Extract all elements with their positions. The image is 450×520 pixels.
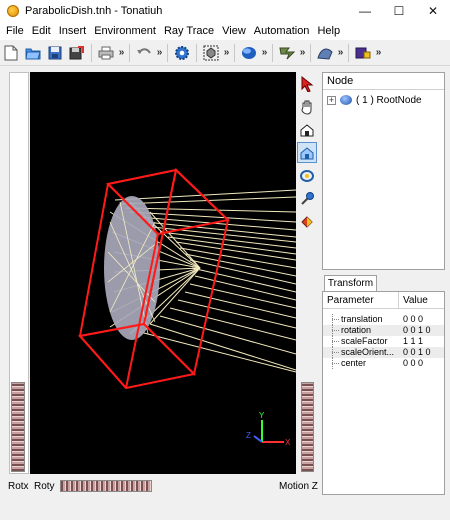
toolbar-overflow-2[interactable]: » — [155, 47, 164, 58]
property-name: scaleFactor — [323, 336, 399, 347]
property-name: center — [323, 358, 399, 369]
sphere-node-icon — [340, 95, 352, 105]
settings-gear-icon[interactable] — [172, 43, 192, 63]
property-value[interactable]: 0 0 0 — [399, 358, 444, 369]
window-controls: — ☐ ✕ — [348, 0, 450, 22]
new-file-icon[interactable] — [1, 43, 21, 63]
property-row[interactable]: rotation 0 0 1 0 — [323, 325, 444, 336]
roty-label: Roty — [34, 481, 55, 492]
open-folder-icon[interactable] — [23, 43, 43, 63]
expand-icon[interactable]: + — [327, 95, 336, 105]
flux-icon[interactable] — [277, 43, 297, 63]
property-value[interactable]: 0 0 1 0 — [399, 325, 444, 336]
property-row[interactable]: center 0 0 0 — [323, 358, 444, 369]
scene-tree-panel: Node + ( 1 ) RootNode — [322, 72, 445, 270]
tab-transform[interactable]: Transform — [324, 275, 377, 291]
toolbar-separator — [234, 43, 235, 62]
parameter-column-header[interactable]: Parameter — [323, 292, 399, 308]
close-button[interactable]: ✕ — [416, 0, 450, 22]
toolbar-separator — [91, 43, 92, 62]
selection-node-icon[interactable] — [201, 43, 221, 63]
axis-z-label: Z — [246, 431, 251, 440]
property-name: rotation — [323, 325, 399, 336]
pick-arrow-icon[interactable] — [297, 73, 317, 94]
undo-icon[interactable] — [134, 43, 154, 63]
title-bar: ParabolicDish.tnh - Tonatiuh — ☐ ✕ — [0, 0, 450, 22]
sphere-node-icon[interactable] — [239, 43, 259, 63]
scene-render: X Y Z — [78, 168, 296, 447]
menu-help[interactable]: Help — [313, 25, 344, 37]
property-value[interactable]: 0 0 0 — [399, 314, 444, 325]
toolbar-separator — [167, 43, 168, 62]
pan-hand-icon[interactable] — [297, 96, 317, 117]
minimize-button[interactable]: — — [348, 0, 382, 22]
home-icon[interactable] — [297, 119, 317, 140]
value-column-header[interactable]: Value — [399, 292, 444, 308]
toolbar-overflow-3[interactable]: » — [222, 47, 231, 58]
property-value[interactable]: 0 0 1 0 — [399, 347, 444, 358]
scene-tree-header[interactable]: Node — [323, 73, 444, 90]
property-name: scaleOrient... — [323, 347, 399, 358]
menu-bar: File Edit Insert Environment Ray Trace V… — [0, 22, 450, 40]
toolbar-separator — [310, 43, 311, 62]
menu-automation[interactable]: Automation — [250, 25, 314, 37]
toolbar-separator — [272, 43, 273, 62]
axis-y-label: Y — [259, 411, 265, 420]
3d-viewport[interactable]: X Y Z — [30, 72, 296, 474]
tree-node-label: ( 1 ) RootNode — [356, 94, 422, 106]
properties-panel: Parameter Value translation 0 0 0 rotati… — [322, 291, 445, 495]
seek-icon[interactable] — [297, 188, 317, 209]
toolbar-separator — [348, 43, 349, 62]
main-toolbar: » » » » » » » — [0, 40, 450, 66]
menu-file[interactable]: File — [2, 25, 28, 37]
property-value[interactable]: 1 1 1 — [399, 336, 444, 347]
property-name: translation — [323, 314, 399, 325]
toolbar-separator — [196, 43, 197, 62]
app-sun-icon — [7, 5, 19, 17]
toolbar-overflow-7[interactable]: » — [374, 47, 383, 58]
motion-z-label: Motion Z — [279, 481, 318, 492]
surface-icon[interactable] — [315, 43, 335, 63]
camera-rotate-icon[interactable] — [297, 165, 317, 186]
toolbar-overflow-6[interactable]: » — [336, 47, 345, 58]
properties-header: Parameter Value — [323, 292, 444, 309]
maximize-button[interactable]: ☐ — [382, 0, 416, 22]
toolbar-overflow-5[interactable]: » — [298, 47, 307, 58]
motion-z-thumbwheel[interactable] — [301, 382, 314, 472]
axis-gizmo — [253, 420, 284, 443]
properties-tabbar: Transform — [322, 275, 445, 291]
toolbar-overflow-4[interactable]: » — [260, 47, 269, 58]
property-row[interactable]: scaleFactor 1 1 1 — [323, 336, 444, 347]
view-toggle-icon[interactable] — [297, 211, 317, 232]
property-row[interactable]: translation 0 0 0 — [323, 314, 444, 325]
window-title: ParabolicDish.tnh - Tonatiuh — [25, 5, 163, 17]
tree-node-root[interactable]: + ( 1 ) RootNode — [323, 92, 444, 108]
export-icon[interactable] — [353, 43, 373, 63]
menu-ray-trace[interactable]: Ray Trace — [160, 25, 218, 37]
print-icon[interactable] — [96, 43, 116, 63]
save-disk-icon[interactable] — [45, 43, 65, 63]
toolbar-separator — [129, 43, 130, 62]
roty-thumbwheel[interactable] — [60, 480, 152, 492]
toolbar-overflow-1[interactable]: » — [117, 47, 126, 58]
rotx-label: Rotx — [8, 481, 29, 492]
menu-environment[interactable]: Environment — [90, 25, 160, 37]
view-all-icon[interactable] — [297, 142, 317, 163]
menu-view[interactable]: View — [218, 25, 250, 37]
viewer-side-tools — [296, 72, 318, 233]
menu-insert[interactable]: Insert — [55, 25, 91, 37]
menu-edit[interactable]: Edit — [28, 25, 55, 37]
property-row[interactable]: scaleOrient... 0 0 1 0 — [323, 347, 444, 358]
save-as-icon[interactable] — [67, 43, 87, 63]
axis-x-label: X — [285, 438, 291, 447]
rotx-thumbwheel[interactable] — [11, 382, 25, 472]
